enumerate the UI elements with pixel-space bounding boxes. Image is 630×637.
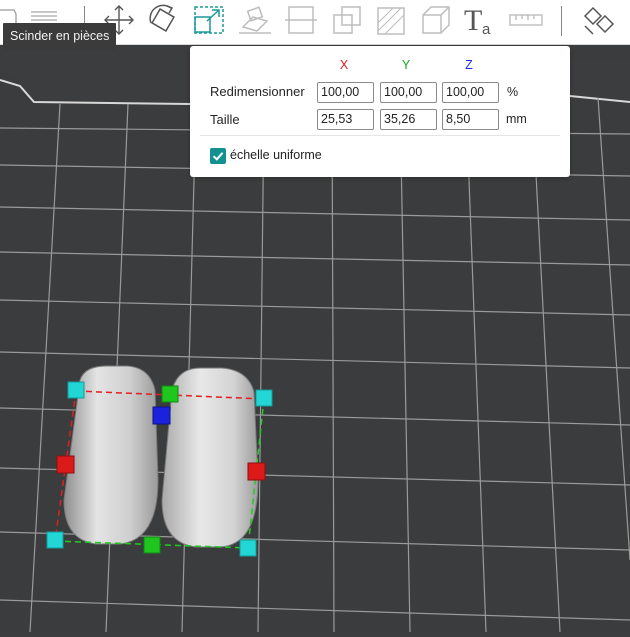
uniform-scale-checkbox[interactable]: [210, 148, 226, 164]
svg-text:a: a: [482, 21, 491, 38]
measure-icon[interactable]: [506, 0, 546, 40]
seam-painting-icon[interactable]: [416, 0, 454, 40]
mesh-boolean-icon[interactable]: [328, 0, 366, 40]
axis-x-label: X: [339, 58, 349, 72]
size-label: Taille: [210, 112, 240, 127]
svg-text:T: T: [464, 4, 482, 37]
uniform-scale-label[interactable]: échelle uniforme: [230, 148, 322, 162]
place-on-face-icon[interactable]: [236, 0, 274, 40]
tooltip: Scinder en pièces: [3, 23, 117, 50]
axis-y-label: Y: [401, 58, 411, 72]
rotate-icon[interactable]: [144, 0, 182, 40]
resize-y-field[interactable]: 100,00: [380, 82, 437, 103]
resize-x-field[interactable]: 100,00: [317, 82, 374, 103]
resize-unit: %: [507, 85, 519, 99]
split-to-objects-icon[interactable]: [578, 0, 618, 40]
checkmark-icon: [212, 152, 224, 161]
toolbar-separator: [561, 6, 562, 36]
size-y-field[interactable]: 35,26: [380, 109, 437, 130]
panel-divider: [200, 135, 560, 136]
scale-panel: X Y Z Redimensionner 100,00 100,00 100,0…: [190, 46, 570, 177]
scale-icon[interactable]: [190, 0, 228, 40]
text-icon[interactable]: Ta: [460, 0, 500, 40]
support-painting-icon[interactable]: [372, 0, 410, 40]
cut-icon[interactable]: [282, 0, 320, 40]
size-z-field[interactable]: 8,50: [442, 109, 499, 130]
size-x-field[interactable]: 25,53: [317, 109, 374, 130]
axis-z-label: Z: [465, 58, 473, 72]
size-unit: mm: [506, 112, 527, 126]
resize-z-field[interactable]: 100,00: [442, 82, 499, 103]
resize-label: Redimensionner: [210, 84, 305, 99]
